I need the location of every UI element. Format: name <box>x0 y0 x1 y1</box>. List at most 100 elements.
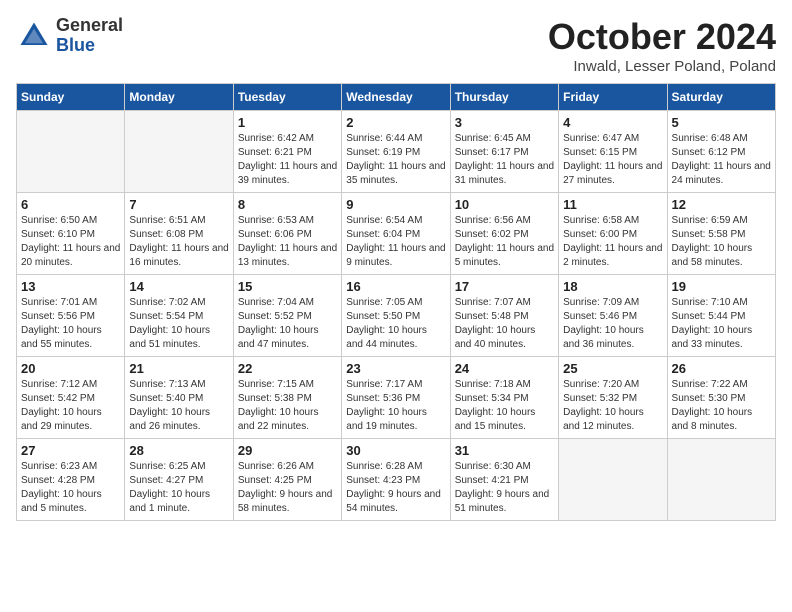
weekday-header: Wednesday <box>342 84 450 111</box>
day-number: 10 <box>455 197 554 212</box>
day-detail: Sunrise: 7:10 AM Sunset: 5:44 PM Dayligh… <box>672 296 771 352</box>
day-number: 7 <box>129 197 228 212</box>
weekday-header: Thursday <box>450 84 558 111</box>
calendar-cell: 10 Sunrise: 6:56 AM Sunset: 6:02 PM Dayli… <box>450 193 558 275</box>
title-area: October 2024 Inwald, Lesser Poland, Pola… <box>548 16 776 75</box>
calendar-cell: 12 Sunrise: 6:59 AM Sunset: 5:58 PM Dayli… <box>667 193 775 275</box>
day-number: 26 <box>672 361 771 376</box>
header: General Blue October 2024 Inwald, Lesser… <box>16 16 776 75</box>
calendar-cell <box>17 111 125 193</box>
day-detail: Sunrise: 6:51 AM Sunset: 6:08 PM Dayligh… <box>129 214 228 270</box>
day-number: 15 <box>238 279 337 294</box>
calendar-cell: 7 Sunrise: 6:51 AM Sunset: 6:08 PM Daylig… <box>125 193 233 275</box>
day-number: 22 <box>238 361 337 376</box>
day-detail: Sunrise: 6:30 AM Sunset: 4:21 PM Dayligh… <box>455 460 554 516</box>
logo-general-text: General <box>56 16 123 36</box>
day-number: 24 <box>455 361 554 376</box>
day-detail: Sunrise: 6:48 AM Sunset: 6:12 PM Dayligh… <box>672 132 771 188</box>
day-number: 14 <box>129 279 228 294</box>
calendar-cell: 25 Sunrise: 7:20 AM Sunset: 5:32 PM Dayli… <box>559 357 667 439</box>
calendar-cell: 9 Sunrise: 6:54 AM Sunset: 6:04 PM Daylig… <box>342 193 450 275</box>
day-detail: Sunrise: 6:56 AM Sunset: 6:02 PM Dayligh… <box>455 214 554 270</box>
calendar-cell: 13Sunrise: 7:01 AM Sunset: 5:56 PM Dayli… <box>17 275 125 357</box>
day-number: 31 <box>455 443 554 458</box>
calendar: SundayMondayTuesdayWednesdayThursdayFrid… <box>16 83 776 521</box>
calendar-cell: 22 Sunrise: 7:15 AM Sunset: 5:38 PM Dayli… <box>233 357 341 439</box>
calendar-cell: 30Sunrise: 6:28 AM Sunset: 4:23 PM Dayli… <box>342 439 450 521</box>
calendar-cell: 28Sunrise: 6:25 AM Sunset: 4:27 PM Dayli… <box>125 439 233 521</box>
calendar-header-row: SundayMondayTuesdayWednesdayThursdayFrid… <box>17 84 776 111</box>
calendar-week-row: 6 Sunrise: 6:50 AM Sunset: 6:10 PM Daylig… <box>17 193 776 275</box>
day-detail: Sunrise: 6:28 AM Sunset: 4:23 PM Dayligh… <box>346 460 445 516</box>
calendar-cell: 11Sunrise: 6:58 AM Sunset: 6:00 PM Dayli… <box>559 193 667 275</box>
day-number: 21 <box>129 361 228 376</box>
day-detail: Sunrise: 7:22 AM Sunset: 5:30 PM Dayligh… <box>672 378 771 434</box>
calendar-cell: 14 Sunrise: 7:02 AM Sunset: 5:54 PM Dayli… <box>125 275 233 357</box>
calendar-cell: 24 Sunrise: 7:18 AM Sunset: 5:34 PM Dayli… <box>450 357 558 439</box>
day-number: 6 <box>21 197 120 212</box>
day-detail: Sunrise: 7:18 AM Sunset: 5:34 PM Dayligh… <box>455 378 554 434</box>
weekday-header: Sunday <box>17 84 125 111</box>
day-detail: Sunrise: 7:20 AM Sunset: 5:32 PM Dayligh… <box>563 378 662 434</box>
calendar-cell: 31 Sunrise: 6:30 AM Sunset: 4:21 PM Dayli… <box>450 439 558 521</box>
calendar-cell: 16Sunrise: 7:05 AM Sunset: 5:50 PM Dayli… <box>342 275 450 357</box>
calendar-cell: 18 Sunrise: 7:09 AM Sunset: 5:46 PM Dayli… <box>559 275 667 357</box>
day-number: 9 <box>346 197 445 212</box>
day-number: 2 <box>346 115 445 130</box>
logo-blue-text: Blue <box>56 36 123 56</box>
weekday-header: Friday <box>559 84 667 111</box>
day-number: 19 <box>672 279 771 294</box>
day-number: 27 <box>21 443 120 458</box>
day-detail: Sunrise: 6:53 AM Sunset: 6:06 PM Dayligh… <box>238 214 337 270</box>
day-detail: Sunrise: 7:07 AM Sunset: 5:48 PM Dayligh… <box>455 296 554 352</box>
day-number: 3 <box>455 115 554 130</box>
day-detail: Sunrise: 7:13 AM Sunset: 5:40 PM Dayligh… <box>129 378 228 434</box>
calendar-cell: 8Sunrise: 6:53 AM Sunset: 6:06 PM Daylig… <box>233 193 341 275</box>
day-detail: Sunrise: 6:45 AM Sunset: 6:17 PM Dayligh… <box>455 132 554 188</box>
day-detail: Sunrise: 6:54 AM Sunset: 6:04 PM Dayligh… <box>346 214 445 270</box>
location-title: Inwald, Lesser Poland, Poland <box>548 58 776 75</box>
day-detail: Sunrise: 6:59 AM Sunset: 5:58 PM Dayligh… <box>672 214 771 270</box>
calendar-cell: 27 Sunrise: 6:23 AM Sunset: 4:28 PM Dayli… <box>17 439 125 521</box>
day-number: 23 <box>346 361 445 376</box>
calendar-cell: 5 Sunrise: 6:48 AM Sunset: 6:12 PM Daylig… <box>667 111 775 193</box>
month-title: October 2024 <box>548 16 776 58</box>
day-number: 20 <box>21 361 120 376</box>
day-detail: Sunrise: 6:42 AM Sunset: 6:21 PM Dayligh… <box>238 132 337 188</box>
logo-icon <box>16 18 52 54</box>
day-number: 12 <box>672 197 771 212</box>
day-detail: Sunrise: 6:47 AM Sunset: 6:15 PM Dayligh… <box>563 132 662 188</box>
calendar-cell: 21 Sunrise: 7:13 AM Sunset: 5:40 PM Dayli… <box>125 357 233 439</box>
weekday-header: Monday <box>125 84 233 111</box>
day-detail: Sunrise: 7:17 AM Sunset: 5:36 PM Dayligh… <box>346 378 445 434</box>
day-detail: Sunrise: 7:09 AM Sunset: 5:46 PM Dayligh… <box>563 296 662 352</box>
calendar-week-row: 1 Sunrise: 6:42 AM Sunset: 6:21 PM Daylig… <box>17 111 776 193</box>
day-detail: Sunrise: 7:05 AM Sunset: 5:50 PM Dayligh… <box>346 296 445 352</box>
calendar-cell: 4 Sunrise: 6:47 AM Sunset: 6:15 PM Daylig… <box>559 111 667 193</box>
calendar-cell: 29Sunrise: 6:26 AM Sunset: 4:25 PM Dayli… <box>233 439 341 521</box>
day-number: 5 <box>672 115 771 130</box>
day-number: 4 <box>563 115 662 130</box>
day-number: 28 <box>129 443 228 458</box>
calendar-cell <box>559 439 667 521</box>
logo: General Blue <box>16 16 123 56</box>
day-detail: Sunrise: 7:02 AM Sunset: 5:54 PM Dayligh… <box>129 296 228 352</box>
day-number: 17 <box>455 279 554 294</box>
day-detail: Sunrise: 6:50 AM Sunset: 6:10 PM Dayligh… <box>21 214 120 270</box>
calendar-cell: 19 Sunrise: 7:10 AM Sunset: 5:44 PM Dayli… <box>667 275 775 357</box>
calendar-cell <box>125 111 233 193</box>
calendar-cell: 26 Sunrise: 7:22 AM Sunset: 5:30 PM Dayli… <box>667 357 775 439</box>
calendar-cell: 23 Sunrise: 7:17 AM Sunset: 5:36 PM Dayli… <box>342 357 450 439</box>
day-number: 18 <box>563 279 662 294</box>
calendar-week-row: 27 Sunrise: 6:23 AM Sunset: 4:28 PM Dayli… <box>17 439 776 521</box>
day-detail: Sunrise: 6:23 AM Sunset: 4:28 PM Dayligh… <box>21 460 120 516</box>
day-number: 29 <box>238 443 337 458</box>
day-detail: Sunrise: 6:44 AM Sunset: 6:19 PM Dayligh… <box>346 132 445 188</box>
calendar-cell: 3 Sunrise: 6:45 AM Sunset: 6:17 PM Daylig… <box>450 111 558 193</box>
calendar-cell: 2 Sunrise: 6:44 AM Sunset: 6:19 PM Daylig… <box>342 111 450 193</box>
calendar-cell: 1 Sunrise: 6:42 AM Sunset: 6:21 PM Daylig… <box>233 111 341 193</box>
day-number: 25 <box>563 361 662 376</box>
day-detail: Sunrise: 7:15 AM Sunset: 5:38 PM Dayligh… <box>238 378 337 434</box>
day-detail: Sunrise: 6:58 AM Sunset: 6:00 PM Dayligh… <box>563 214 662 270</box>
day-number: 1 <box>238 115 337 130</box>
